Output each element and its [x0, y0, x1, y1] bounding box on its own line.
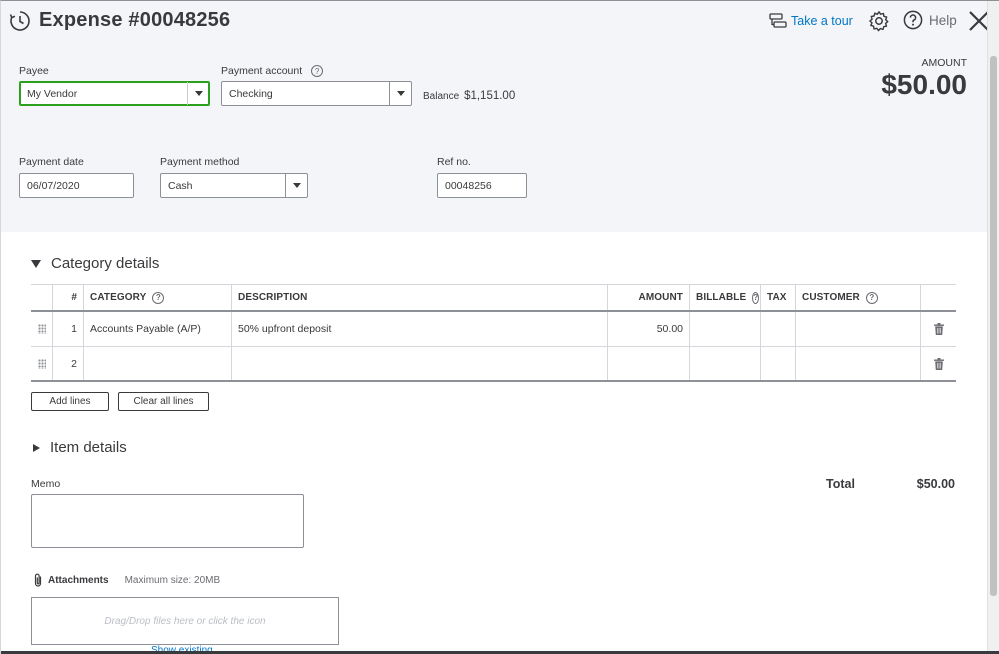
header-category: CATEGORY ? — [84, 285, 232, 310]
gear-icon[interactable] — [868, 10, 890, 32]
item-details-toggle[interactable]: Item details — [33, 439, 127, 456]
table-row[interactable]: 1 Accounts Payable (A/P) 50% upfront dep… — [31, 312, 956, 347]
row-number: 2 — [53, 347, 84, 380]
row-tax[interactable] — [761, 347, 796, 380]
header-customer-text: CUSTOMER — [802, 292, 860, 303]
memo-textarea[interactable] — [31, 494, 304, 548]
balance-value: $1,151.00 — [464, 90, 516, 102]
row-description[interactable]: 50% upfront deposit — [232, 312, 608, 346]
header-description: DESCRIPTION — [232, 285, 608, 310]
header-amount: AMOUNT — [608, 285, 690, 310]
vertical-scrollbar[interactable] — [987, 1, 999, 654]
row-billable[interactable] — [690, 347, 761, 380]
question-icon[interactable]: ? — [152, 291, 165, 304]
header-tax: TAX — [761, 285, 796, 310]
attachments-max-size: Maximum size: 20MB — [124, 575, 221, 586]
payment-account-label-text: Payment account — [221, 65, 303, 77]
header-billable: BILLABLE ? — [690, 285, 761, 310]
drag-handle-icon[interactable] — [31, 347, 53, 380]
clear-all-lines-button[interactable]: Clear all lines — [118, 392, 209, 411]
attachments-header: Attachments Maximum size: 20MB — [33, 573, 220, 588]
header-billable-text: BILLABLE — [696, 292, 747, 303]
payment-date-label: Payment date — [19, 156, 84, 168]
help-icon — [903, 10, 923, 30]
header-drag — [31, 285, 53, 310]
payment-account-dropdown-button[interactable] — [389, 82, 411, 105]
category-details-title: Category details — [51, 255, 160, 272]
balance-label: Balance — [423, 91, 460, 102]
paperclip-icon — [34, 573, 42, 587]
payment-method-select[interactable]: Cash — [160, 173, 308, 198]
trash-icon[interactable] — [921, 312, 956, 346]
row-category[interactable]: Accounts Payable (A/P) — [84, 312, 232, 346]
row-tax[interactable] — [761, 312, 796, 346]
table-header-row: # CATEGORY ? DESCRIPTION AMOUNT BILLABLE… — [31, 284, 956, 312]
take-tour-link[interactable]: Take a tour — [769, 13, 853, 29]
ref-no-input[interactable]: 00048256 — [437, 173, 527, 198]
ref-no-value: 00048256 — [445, 179, 492, 192]
row-category[interactable] — [84, 347, 232, 380]
amount-label: AMOUNT — [921, 57, 968, 69]
payment-method-dropdown-button[interactable] — [285, 174, 307, 197]
row-description[interactable] — [232, 347, 608, 380]
help-button[interactable]: Help — [903, 10, 957, 30]
amount-value: $50.00 — [881, 69, 967, 100]
payment-date-value: 06/07/2020 — [27, 179, 80, 192]
drag-handle-icon[interactable] — [31, 312, 53, 346]
row-amount[interactable]: 50.00 — [608, 312, 690, 346]
triangle-right-icon — [33, 443, 40, 452]
payee-dropdown-button[interactable] — [187, 82, 209, 105]
payee-select[interactable]: My Vendor — [19, 81, 210, 106]
row-billable[interactable] — [690, 312, 761, 346]
history-icon[interactable] — [9, 10, 31, 32]
chevron-down-icon — [292, 183, 301, 188]
row-number: 1 — [53, 312, 84, 346]
payment-account-value: Checking — [229, 87, 273, 100]
total-value: $50.00 — [916, 477, 955, 491]
header-category-text: CATEGORY — [90, 292, 147, 303]
help-label: Help — [929, 12, 957, 28]
ref-no-label: Ref no. — [437, 156, 471, 168]
page-title: Expense #00048256 — [39, 9, 231, 31]
attachments-label: Attachments — [48, 575, 109, 586]
take-tour-label: Take a tour — [791, 14, 853, 28]
table-row[interactable]: 2 — [31, 347, 956, 382]
chevron-down-icon — [396, 91, 405, 96]
row-amount[interactable] — [608, 347, 690, 380]
drop-zone-text: Drag/Drop files here or click the icon — [104, 615, 266, 627]
payment-method-value: Cash — [168, 179, 193, 192]
payment-method-label: Payment method — [160, 156, 240, 168]
payment-date-input[interactable]: 06/07/2020 — [19, 173, 134, 198]
category-table: # CATEGORY ? DESCRIPTION AMOUNT BILLABLE… — [31, 284, 956, 382]
payee-label: Payee — [19, 65, 49, 77]
item-details-title: Item details — [50, 439, 127, 456]
question-icon[interactable]: ? — [311, 65, 324, 78]
header-delete — [921, 285, 956, 310]
question-icon[interactable]: ? — [865, 291, 878, 304]
add-lines-button[interactable]: Add lines — [31, 392, 109, 411]
attachments-drop-zone[interactable]: Drag/Drop files here or click the icon — [31, 597, 339, 645]
balance-display: Balance $1,151.00 — [423, 90, 515, 102]
take-tour-icon — [769, 13, 787, 28]
header-customer: CUSTOMER ? — [796, 285, 921, 310]
chevron-down-icon — [194, 91, 203, 96]
header-num: # — [53, 285, 84, 310]
question-icon[interactable]: ? — [752, 291, 760, 304]
category-details-toggle[interactable]: Category details — [31, 255, 159, 272]
row-customer[interactable] — [796, 347, 921, 380]
trash-icon[interactable] — [921, 347, 956, 380]
payment-account-label: Payment account ? — [221, 65, 324, 78]
total-label: Total — [826, 477, 855, 491]
payment-account-select[interactable]: Checking — [221, 81, 412, 106]
payee-value: My Vendor — [27, 87, 78, 100]
scrollbar-thumb[interactable] — [990, 56, 997, 596]
memo-label: Memo — [31, 478, 61, 490]
triangle-down-icon — [31, 259, 41, 268]
row-customer[interactable] — [796, 312, 921, 346]
